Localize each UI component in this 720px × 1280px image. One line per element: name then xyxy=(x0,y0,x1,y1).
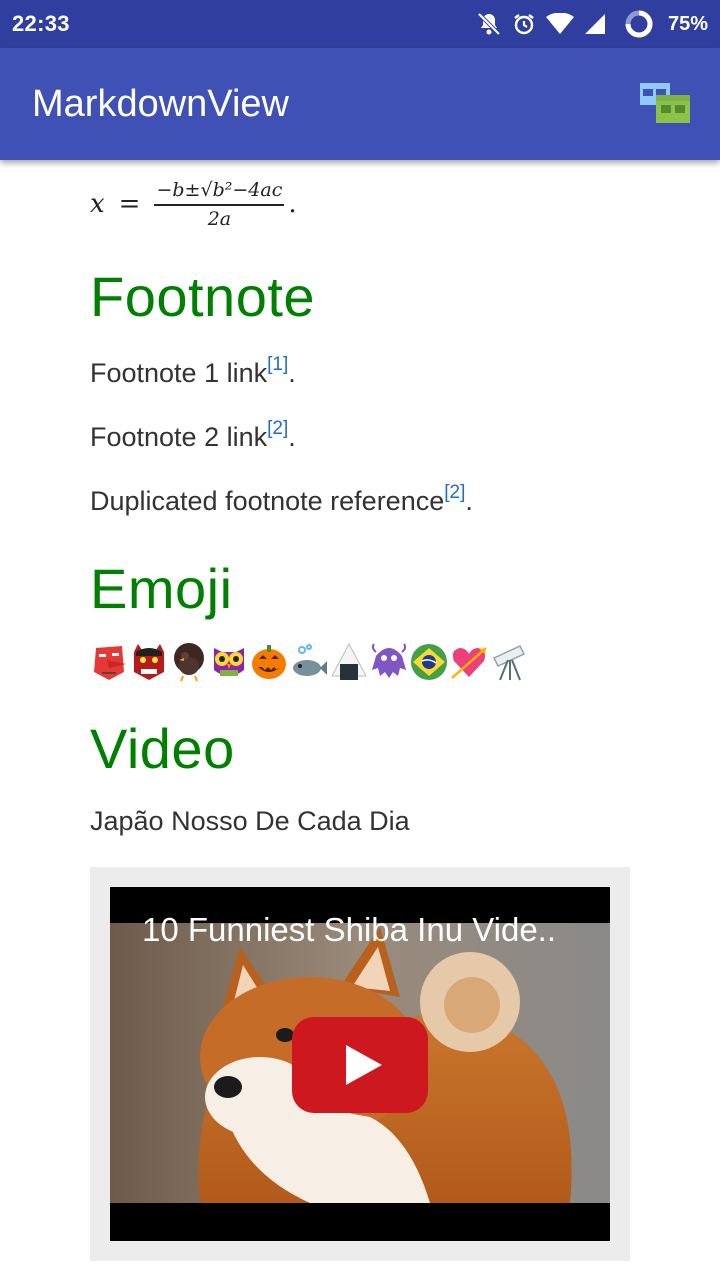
windows-icon[interactable] xyxy=(638,81,692,127)
fish-icon xyxy=(293,644,327,676)
vibrate-off-icon xyxy=(476,11,502,37)
footnote-ref-link[interactable]: [1] xyxy=(267,354,288,375)
markdown-content[interactable]: x = −b±√b²−4ac 2a . Footnote Footnote 1 … xyxy=(0,160,720,1280)
footnote-line-punct: . xyxy=(465,486,473,516)
footnote-line-punct: . xyxy=(288,422,296,452)
footnote-line-3: Duplicated footnote reference[2]. xyxy=(90,482,473,517)
tengu-mask-icon xyxy=(94,646,126,680)
footnote-line-text: Footnote 2 link xyxy=(90,422,268,452)
alarm-icon xyxy=(512,12,536,36)
emoji-row xyxy=(90,642,528,682)
video-player[interactable]: 10 Funniest Shiba Inu Vide.. xyxy=(110,887,610,1241)
math-equals: = xyxy=(118,189,141,219)
brazil-flag-icon xyxy=(411,644,447,680)
cell-signal-icon xyxy=(584,13,606,35)
status-icons: 75% xyxy=(476,9,708,39)
footnote-line-1: Footnote 1 link[1]. xyxy=(90,354,296,389)
wifi-icon xyxy=(545,13,574,35)
math-variable: x xyxy=(90,189,105,219)
app-bar: MarkdownView xyxy=(0,48,720,160)
video-caption: Japão Nosso De Cada Dia xyxy=(90,806,410,836)
alien-monster-icon xyxy=(371,643,407,678)
battery-percent: 75% xyxy=(667,12,708,35)
rice-ball-icon xyxy=(331,642,367,680)
video-embed: 10 Funniest Shiba Inu Vide.. xyxy=(90,867,630,1261)
heart-with-arrow-icon xyxy=(451,647,487,679)
math-fraction: −b±√b²−4ac 2a xyxy=(154,179,285,230)
jack-o-lantern-icon xyxy=(252,645,286,679)
math-period: . xyxy=(288,189,297,219)
math-denominator: 2a xyxy=(207,207,232,230)
footnote-line-2: Footnote 2 link[2]. xyxy=(90,418,296,453)
emoji-heading: Emoji xyxy=(90,557,233,620)
telescope-icon xyxy=(492,645,526,681)
oni-mask-icon xyxy=(134,644,164,680)
status-time: 22:33 xyxy=(12,11,70,36)
owl-icon xyxy=(214,648,244,676)
footnote-ref-link[interactable]: [2] xyxy=(444,482,465,503)
footnote-line-text: Footnote 1 link xyxy=(90,358,268,388)
footnote-ref-link[interactable]: [2] xyxy=(267,418,288,439)
battery-ring-icon xyxy=(624,9,654,39)
math-numerator: −b±√b²−4ac xyxy=(154,179,285,206)
video-heading: Video xyxy=(90,717,235,780)
footnote-heading: Footnote xyxy=(90,265,316,328)
footnote-line-text: Duplicated footnote reference xyxy=(90,486,445,516)
turkey-icon xyxy=(174,643,204,682)
video-title: 10 Funniest Shiba Inu Vide.. xyxy=(142,911,557,948)
youtube-play-icon[interactable] xyxy=(292,1017,428,1113)
footnote-line-punct: . xyxy=(288,358,296,388)
app-title: MarkdownView xyxy=(32,82,289,125)
status-bar: 22:33 75% xyxy=(0,0,720,48)
quadratic-formula: x = −b±√b²−4ac 2a . xyxy=(90,172,297,236)
